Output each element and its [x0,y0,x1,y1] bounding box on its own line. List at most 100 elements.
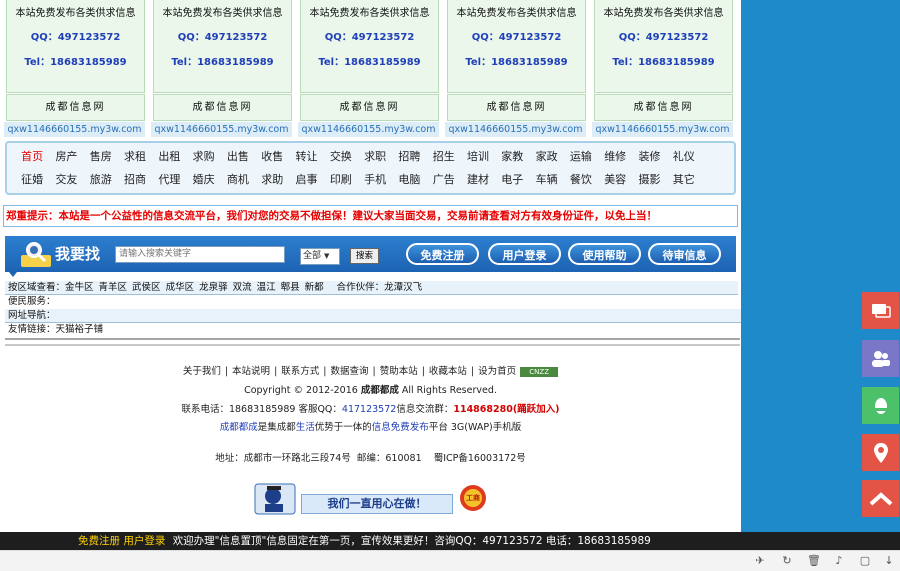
category-link[interactable]: 房产 [49,146,83,168]
ad-url-link[interactable]: qxw1146660155.my3w.com [4,122,145,137]
region-link[interactable]: 青羊区 [99,282,128,293]
footer-separator: | [274,366,278,377]
category-link[interactable]: 招生 [427,146,461,168]
category-link[interactable]: 培训 [461,146,495,168]
pending-info-button[interactable]: 待审信息 [648,243,721,265]
category-link[interactable]: 出租 [152,146,186,168]
page-content: 本站免费发布各类供求信息 QQ：497123572 Tel：1868318598… [0,0,741,532]
region-link[interactable]: 温江 [257,282,276,293]
partner-link[interactable]: 龙潭汉飞 [384,282,422,293]
search-button[interactable]: 搜索 [350,248,379,264]
intro-free-link[interactable]: 信息免费发布 [372,422,429,433]
search-scope-select[interactable]: 全部 ▼ [300,248,340,265]
friend-link[interactable]: 天猫裕子铺 [56,324,104,335]
ad-url-link[interactable]: qxw1146660155.my3w.com [151,122,292,137]
region-link[interactable]: 双流 [233,282,252,293]
contact-group-link[interactable]: 114868280(踊跃加入) [453,404,559,415]
category-link[interactable]: 家政 [529,146,563,168]
category-link[interactable]: 车辆 [529,169,563,191]
category-link[interactable]: 商机 [221,169,255,191]
category-link[interactable]: 摄影 [632,169,666,191]
category-link[interactable]: 求租 [118,146,152,168]
category-link[interactable]: 运输 [564,146,598,168]
ad-site-name: 成都信息网 [594,94,733,121]
category-link[interactable]: 征婚 [15,169,49,191]
help-button[interactable]: 使用帮助 [568,243,641,265]
window-icon[interactable]: ▢ [858,554,872,568]
category-link[interactable]: 家教 [495,146,529,168]
ad-card[interactable]: 本站免费发布各类供求信息 QQ：497123572 Tel：1868318598… [592,0,733,138]
users-icon [871,350,890,367]
footer-link-sponsor[interactable]: 赞助本站 [380,366,418,377]
ad-card[interactable]: 本站免费发布各类供求信息 QQ：497123572 Tel：1868318598… [4,0,145,138]
category-link[interactable]: 转让 [289,146,323,168]
category-link[interactable]: 求购 [186,146,220,168]
region-link[interactable]: 金牛区 [65,282,94,293]
volume-icon[interactable]: ♪ [832,554,846,568]
ad-url-link[interactable]: qxw1146660155.my3w.com [445,122,586,137]
login-button[interactable]: 用户登录 [488,243,561,265]
footer-link-contact[interactable]: 联系方式 [281,366,319,377]
category-link[interactable]: 广告 [427,169,461,191]
category-link[interactable]: 首页 [15,146,49,168]
category-link[interactable]: 收售 [255,146,289,168]
register-button[interactable]: 免费注册 [406,243,479,265]
refresh-icon[interactable]: ↻ [780,554,794,568]
category-link[interactable]: 餐饮 [564,169,598,191]
category-link[interactable]: 求职 [358,146,392,168]
region-link[interactable]: 武侯区 [132,282,161,293]
category-link[interactable]: 建材 [461,169,495,191]
category-link[interactable]: 求助 [255,169,289,191]
footer-link-intro[interactable]: 本站说明 [232,366,270,377]
ad-card[interactable]: 本站免费发布各类供求信息 QQ：497123572 Tel：1868318598… [445,0,586,138]
contact-info: 联系电话：18683185989 客服QQ：417123572信息交流群：114… [0,401,741,415]
pin-icon[interactable]: ✈ [753,554,767,568]
category-link[interactable]: 售房 [84,146,118,168]
category-link[interactable]: 招商 [118,169,152,191]
category-link[interactable]: 交友 [49,169,83,191]
category-link[interactable]: 代理 [152,169,186,191]
footer-link-about[interactable]: 关于我们 [183,366,221,377]
category-link[interactable]: 交换 [324,146,358,168]
category-link[interactable]: 招聘 [392,146,426,168]
back-to-top-button[interactable] [862,480,899,517]
category-link[interactable]: 维修 [598,146,632,168]
intro-life-link[interactable]: 生活 [296,422,315,433]
category-link[interactable]: 手机 [358,169,392,191]
category-link[interactable]: 装修 [632,146,666,168]
category-link[interactable]: 电子 [495,169,529,191]
category-link[interactable]: 印刷 [324,169,358,191]
footer-link-query[interactable]: 数据查询 [330,366,368,377]
ad-card[interactable]: 本站免费发布各类供求信息 QQ：497123572 Tel：1868318598… [298,0,439,138]
ad-card[interactable]: 本站免费发布各类供求信息 QQ：497123572 Tel：1868318598… [151,0,292,138]
ad-url-link[interactable]: qxw1146660155.my3w.com [592,122,733,137]
bottom-notice-text: 欢迎办理"信息置顶"信息固定在第一页，宣传效果更好！咨询QQ：497123572… [172,535,651,547]
category-link[interactable]: 启事 [289,169,323,191]
category-link[interactable]: 美容 [598,169,632,191]
footer-link-homepage[interactable]: 设为首页 [478,366,516,377]
search-input[interactable] [115,246,285,263]
category-link[interactable]: 礼仪 [667,146,701,168]
floating-message-button[interactable] [862,292,899,329]
category-link[interactable]: 婚庆 [186,169,220,191]
bottom-register-link[interactable]: 免费注册 [78,535,120,547]
footer-link-bookmark[interactable]: 收藏本站 [429,366,467,377]
floating-user-button[interactable] [862,340,899,377]
floating-qq-button[interactable] [862,387,899,424]
download-icon[interactable]: ↓ [882,554,896,568]
region-link[interactable]: 成华区 [166,282,195,293]
floating-location-button[interactable] [862,434,899,471]
category-link[interactable]: 其它 [667,169,701,191]
ad-url-link[interactable]: qxw1146660155.my3w.com [298,122,439,137]
category-link[interactable]: 出售 [221,146,255,168]
bottom-login-link[interactable]: 用户登录 [123,535,165,547]
region-link[interactable]: 龙泉驿 [199,282,228,293]
contact-qq-link[interactable]: 417123572 [342,404,396,415]
region-link[interactable]: 郫县 [281,282,300,293]
intro-brand-link[interactable]: 成都都成 [220,422,258,433]
category-link[interactable]: 电脑 [392,169,426,191]
trash-icon[interactable]: 🗑 [807,554,821,568]
category-link[interactable]: 旅游 [84,169,118,191]
cnzz-stats-badge[interactable]: CNZZ [520,366,559,377]
region-link[interactable]: 新都 [305,282,324,293]
